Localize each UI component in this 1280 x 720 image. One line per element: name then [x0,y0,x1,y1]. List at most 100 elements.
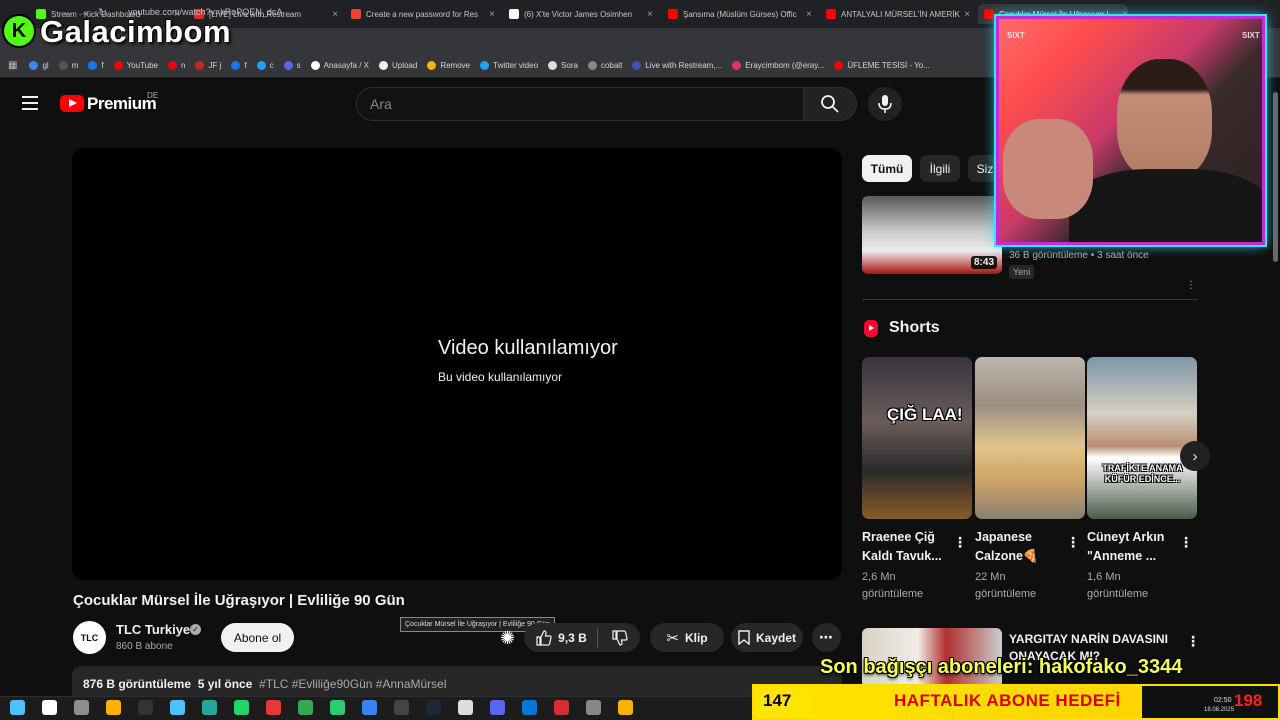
browser-tab-4[interactable]: (6) X'te Victor James Osimhen × [503,4,653,24]
like-button[interactable]: 9,3 B [536,627,598,648]
channel-avatar[interactable]: TLC [73,621,106,654]
short-thumbnail-3[interactable] [1087,357,1197,519]
browser-tab-5[interactable]: Şansıma (Müslüm Gürses) Offic × [662,4,812,24]
taskbar-app-icon[interactable] [266,700,281,715]
menu-icon[interactable] [22,96,38,110]
chip-all[interactable]: Tümü [862,155,912,182]
bookmark-label: gl [42,61,49,70]
bookmark-8[interactable]: c [256,61,274,70]
taskbar-app-icon[interactable] [202,700,217,715]
chip-related[interactable]: İlgili [920,155,960,182]
bookmark-4[interactable]: YouTube [113,61,158,70]
hashtags[interactable]: #TLC #Evliliğe90Gün #AnnaMürsel [259,677,446,691]
bookmark-15[interactable]: cobalt [587,61,622,70]
pulse-icon[interactable]: ✺ [500,628,515,649]
bookmark-9[interactable]: s [283,61,301,70]
youtube-logo-icon[interactable] [60,95,84,112]
like-dislike-group: 9,3 B [524,623,640,652]
bookmark-favicon-icon [58,61,68,70]
taskbar-app-icon[interactable] [330,700,345,715]
bookmark-5[interactable]: n [168,61,185,70]
bookmark-7[interactable]: f [231,61,247,70]
browser-tab-6[interactable]: ANTALYALI MÜRSEL'İN AMERİK × [820,4,970,24]
search-input[interactable] [370,96,790,112]
bookmark-3[interactable]: f [88,61,104,70]
bookmark-2[interactable]: m [58,61,78,70]
video-player[interactable] [72,148,842,580]
short-thumbnail-2[interactable] [975,357,1085,519]
taskbar-app-icon[interactable] [234,700,249,715]
bookmark-14[interactable]: Sora [548,61,578,70]
taskbar-app-icon[interactable] [42,700,57,715]
bookmark-1[interactable]: gl [29,61,49,70]
short-views-3: 1,6 Mn görüntüleme [1087,571,1149,600]
scrollbar-thumb[interactable] [1273,92,1278,262]
taskbar-app-icon[interactable] [298,700,313,715]
short-title-1[interactable]: Rraenee Çiğ Kaldı Tavuk... [862,528,946,566]
tab-favicon-icon [826,9,836,19]
short-title-3[interactable]: Cüneyt Arkın "Anneme ... [1087,528,1171,566]
browser-tab-3[interactable]: Create a new password for Res × [345,4,495,24]
tab-close-icon[interactable]: × [960,9,970,20]
taskbar-app-icon[interactable] [170,700,185,715]
taskbar-app-icon[interactable] [458,700,473,715]
bookmark-label: JF j [208,61,222,70]
short-more-icon-3[interactable]: ⋮ [1179,534,1193,551]
save-label: Kaydet [755,630,796,645]
taskbar-app-icon[interactable] [106,700,121,715]
voice-search-button[interactable] [868,87,902,121]
short-more-icon-1[interactable]: ⋮ [953,534,967,551]
bookmark-label: s [296,61,301,70]
bookmark-16[interactable]: Live with Restream,... [632,61,722,70]
clip-button[interactable]: ✂ Klip [650,623,724,652]
rec-more-icon[interactable]: ⋮ [1186,280,1196,291]
taskbar-app-icon[interactable] [362,700,377,715]
taskbar-date: 18.08.2025 [1204,707,1235,713]
channel-name[interactable]: TLC Turkiye [116,622,190,637]
tab-close-icon[interactable]: × [802,9,812,20]
tab-title: (6) X'te Victor James Osimhen [524,9,633,19]
bookmark-11[interactable]: Upload [378,61,417,70]
tab-close-icon[interactable]: × [485,9,495,20]
short-thumbnail-1[interactable] [862,357,972,519]
bookmark-6[interactable]: JF j [195,61,221,70]
dislike-button[interactable] [604,629,628,646]
taskbar-app-icon[interactable] [10,700,25,715]
bookmark-17[interactable]: Eraycimbom (@eray... [732,61,824,70]
more-actions-button[interactable]: ⋯ [812,623,841,652]
streamer-channel-name: Galacimbom [40,14,232,49]
bookmark-label: c [269,61,274,70]
apps-grid-icon[interactable]: ▦ [8,60,17,71]
tab-close-icon[interactable]: × [643,9,653,20]
taskbar-app-icon[interactable] [490,700,505,715]
shorts-divider [862,299,1198,300]
taskbar-app-icon[interactable] [74,700,89,715]
short-title-2[interactable]: Japanese Calzone🍕 [975,528,1059,566]
bookmark-10[interactable]: Anasayfa / X [310,61,369,70]
bookmark-18[interactable]: ÜFLEME TESİSİ - Yo... [834,61,930,70]
youtube-premium-logo[interactable]: Premium [87,94,157,114]
bookmark-13[interactable]: Twitter video [480,61,538,70]
taskbar-app-icon[interactable] [522,700,537,715]
chevron-right-icon: › [1192,447,1198,465]
taskbar-app-icon[interactable] [426,700,441,715]
taskbar-app-icon[interactable] [138,700,153,715]
shorts-next-button[interactable]: › [1180,441,1210,471]
taskbar-app-icon[interactable] [586,700,601,715]
taskbar-app-icon[interactable] [554,700,569,715]
bookmark-12[interactable]: Remove [427,61,470,70]
webcam-sign-left: SIXT [1007,31,1025,40]
search-icon [821,95,839,113]
save-button[interactable]: Kaydet [731,623,803,652]
bookmark-favicon-icon [732,61,742,70]
taskbar-app-icon[interactable] [618,700,633,715]
short-more-icon-2[interactable]: ⋮ [1066,534,1080,551]
taskbar-app-icon[interactable] [394,700,409,715]
tab-close-icon[interactable]: × [328,9,338,20]
streamer-webcam: SIXT SIXT [996,16,1265,245]
bookmark-favicon-icon [548,61,558,70]
subscribe-button[interactable]: Abone ol [221,623,294,652]
rec2-more-icon[interactable]: ⋮ [1186,633,1200,650]
bookmark-favicon-icon [480,61,490,70]
search-button[interactable] [803,87,857,121]
